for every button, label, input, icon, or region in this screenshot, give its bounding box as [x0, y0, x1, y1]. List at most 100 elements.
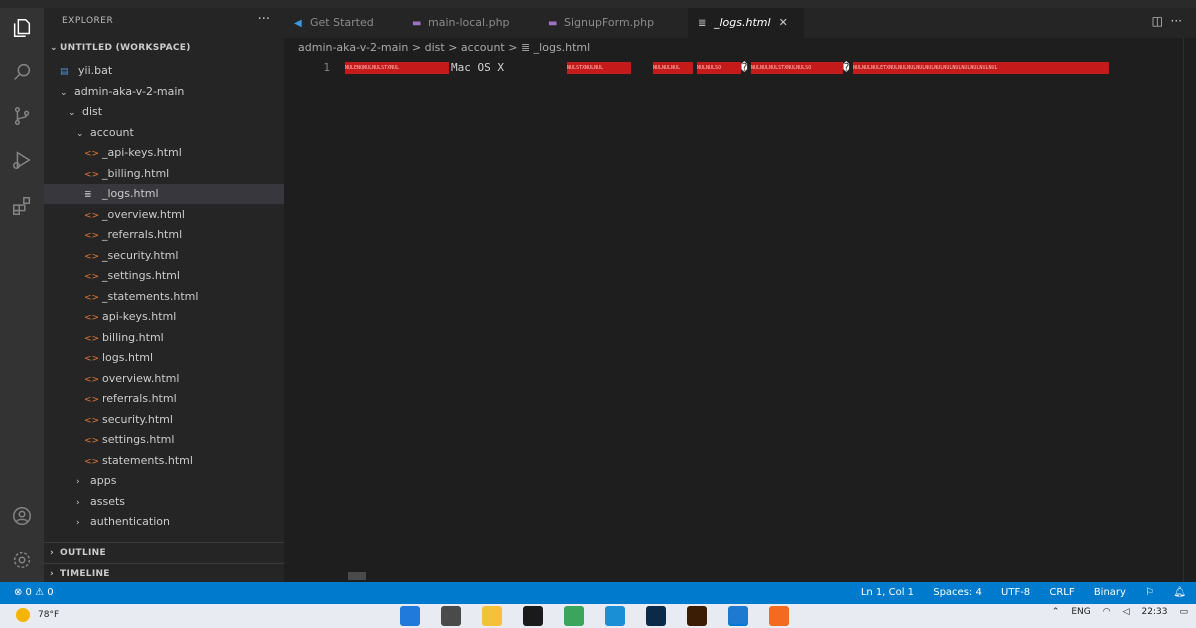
file-item[interactable]: <> _security.html — [44, 246, 284, 266]
encoding-status[interactable]: UTF-8 — [1001, 587, 1030, 598]
activity-bar — [0, 8, 44, 582]
tab-label: SignupForm.php — [564, 16, 655, 29]
feedback-icon[interactable]: ⚐ — [1145, 587, 1154, 598]
folder-item[interactable]: › apps — [44, 471, 284, 491]
tab-4[interactable]: ≣ _logs.html ✕ — [688, 8, 804, 38]
html-file-icon: <> — [84, 374, 100, 385]
account-icon[interactable] — [8, 502, 36, 530]
chrome-icon[interactable] — [564, 606, 584, 626]
split-editor-icon[interactable]: ◫ — [1152, 14, 1163, 28]
cursor-position[interactable]: Ln 1, Col 1 — [861, 587, 914, 598]
tab-1[interactable]: ◀ Get Started — [284, 8, 402, 38]
explorer-title: EXPLORER — [62, 16, 114, 26]
indentation-status[interactable]: Spaces: 4 — [933, 587, 982, 598]
horizontal-scrollbar[interactable] — [348, 572, 366, 580]
more-actions-icon[interactable]: ··· — [258, 12, 270, 27]
file-item[interactable]: <> _overview.html — [44, 205, 284, 225]
html-file-icon: <> — [84, 395, 100, 405]
vertical-scrollbar-track[interactable] — [1183, 38, 1184, 582]
tree-item-label: overview.html — [102, 371, 180, 385]
file-item[interactable]: <> settings.html — [44, 430, 284, 450]
replacement-char: � — [843, 61, 850, 74]
control-char-block: NULNULSO — [697, 62, 741, 74]
wifi-icon[interactable]: ◠ — [1103, 607, 1111, 617]
timeline-label: TIMELINE — [60, 569, 110, 579]
html-file-icon: <> — [84, 251, 100, 262]
tree-item-label: authentication — [90, 515, 170, 528]
eol-status[interactable]: CRLF — [1049, 587, 1074, 598]
folder-item[interactable]: › assets — [44, 492, 284, 512]
file-item[interactable]: ≣ _logs.html — [44, 184, 284, 204]
vscode-taskbar-icon[interactable] — [728, 606, 748, 626]
control-char-block: NULNULNUL — [653, 62, 693, 74]
html-file-icon: <> — [84, 169, 100, 180]
language-indicator[interactable]: ENG — [1071, 607, 1090, 617]
file-item[interactable]: <> referrals.html — [44, 389, 284, 409]
search-icon[interactable] — [8, 58, 36, 86]
chevron-right-icon: › — [50, 569, 55, 579]
file-item[interactable]: <> _referrals.html — [44, 225, 284, 245]
tree-item-label: logs.html — [102, 351, 154, 364]
html-file-icon: <> — [84, 333, 100, 344]
file-explorer-icon[interactable] — [482, 606, 502, 626]
volume-icon[interactable]: ◁ — [1123, 607, 1130, 617]
html-file-icon: <> — [84, 292, 100, 303]
clock[interactable]: 22:33 — [1142, 607, 1168, 617]
notifications-bell-icon[interactable]: 🔔︎ — [1173, 587, 1186, 598]
windows-taskbar: 78°F ⌃ ENG ◠ ◁ 22:33 ▭ — [0, 604, 1196, 628]
extensions-icon[interactable] — [8, 192, 36, 220]
timeline-section[interactable]: › TIMELINE — [44, 563, 284, 582]
terminal-app-icon[interactable] — [523, 606, 543, 626]
outline-section[interactable]: › OUTLINE — [44, 542, 284, 562]
file-item[interactable]: <> logs.html — [44, 348, 284, 368]
tab-2[interactable]: ▬ main-local.php — [402, 8, 538, 38]
edge-icon[interactable] — [605, 606, 625, 626]
file-item[interactable]: <> _billing.html — [44, 164, 284, 184]
illustrator-icon[interactable] — [687, 606, 707, 626]
vscode-icon: ◀ — [294, 18, 302, 29]
file-item[interactable]: <> _statements.html — [44, 287, 284, 307]
file-item[interactable]: <> overview.html — [44, 369, 284, 389]
problems-status[interactable]: ⊗ 0 ⚠ 0 — [14, 582, 54, 604]
html-file-icon: <> — [84, 210, 100, 221]
xampp-icon[interactable] — [769, 606, 789, 626]
tree-item-label: _overview.html — [102, 207, 185, 221]
file-item[interactable]: <> billing.html — [44, 328, 284, 348]
task-view-icon[interactable] — [441, 606, 461, 626]
file-item[interactable]: <> _settings.html — [44, 266, 284, 286]
run-debug-icon[interactable] — [8, 146, 36, 174]
code-line[interactable]: NULENQNULNULSTXNUL Mac OS X NULSTXNULNUL… — [345, 61, 1115, 75]
chevron-up-icon[interactable]: ⌃ — [1052, 607, 1060, 617]
source-control-icon[interactable] — [8, 102, 36, 130]
file-item[interactable]: ▤ yii.bat — [44, 61, 284, 81]
file-item[interactable]: <> statements.html — [44, 451, 284, 471]
weather-widget[interactable]: 78°F — [16, 608, 59, 622]
tree-item-label: billing.html — [102, 330, 164, 344]
chevron-right-icon: › — [76, 497, 80, 508]
file-item[interactable]: <> _api-keys.html — [44, 143, 284, 163]
folder-item[interactable]: › authentication — [44, 512, 284, 532]
folder-item[interactable]: ⌄ account — [44, 123, 284, 143]
breadcrumb[interactable]: admin-aka-v-2-main > dist > account > ≣ … — [298, 41, 590, 54]
chevron-down-icon: ⌄ — [68, 108, 76, 118]
status-bar: ⊗ 0 ⚠ 0 Ln 1, Col 1 Spaces: 4 UTF-8 CRLF… — [0, 582, 1196, 604]
more-actions-icon[interactable]: ··· — [1171, 14, 1182, 28]
file-item[interactable]: <> security.html — [44, 410, 284, 430]
file-item[interactable]: <> api-keys.html — [44, 307, 284, 327]
tree-item-label: apps — [90, 474, 117, 487]
workspace-header[interactable]: ⌄ UNTITLED (WORKSPACE) — [44, 38, 284, 58]
notification-center-icon[interactable]: ▭ — [1179, 607, 1188, 617]
outline-label: OUTLINE — [60, 548, 106, 558]
close-icon[interactable]: ✕ — [779, 8, 788, 38]
folder-item[interactable]: ⌄ admin-aka-v-2-main — [44, 82, 284, 102]
language-mode[interactable]: Binary — [1094, 587, 1126, 598]
windows-start-icon[interactable] — [400, 606, 420, 626]
photoshop-icon[interactable] — [646, 606, 666, 626]
editor-actions: ◫ ··· — [1152, 14, 1182, 28]
folder-item[interactable]: ⌄ dist — [44, 102, 284, 122]
tab-3[interactable]: ▬ SignupForm.php — [538, 8, 688, 38]
html-file-icon: <> — [84, 272, 100, 282]
settings-gear-icon[interactable] — [8, 546, 36, 574]
tab-label: main-local.php — [428, 16, 510, 29]
explorer-icon[interactable] — [8, 14, 36, 42]
